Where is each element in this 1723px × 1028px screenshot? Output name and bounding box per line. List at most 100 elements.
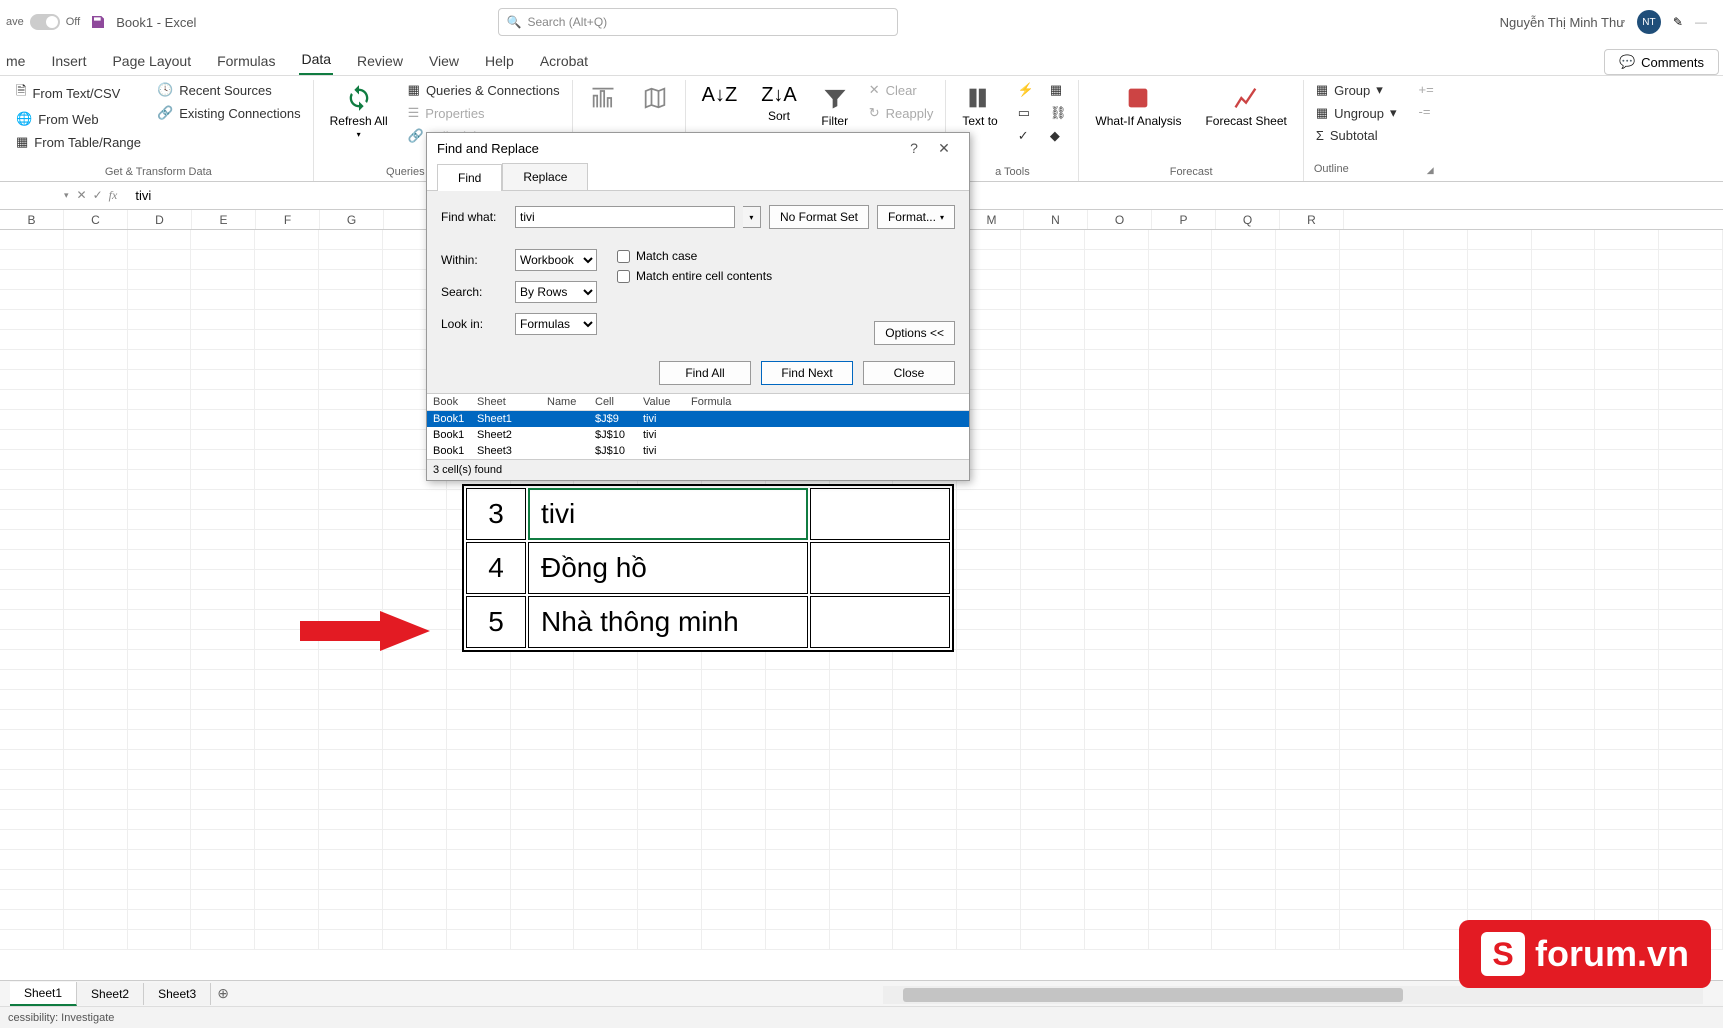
tab-data[interactable]: Data xyxy=(299,45,333,75)
find-next-button[interactable]: Find Next xyxy=(761,361,853,385)
dropdown-icon[interactable]: ▾ xyxy=(64,190,69,201)
queries-connections-button[interactable]: ▦Queries & Connections xyxy=(406,80,562,100)
data-validation-button[interactable]: ✓ xyxy=(1016,126,1036,146)
existing-connections-button[interactable]: 🔗Existing Connections xyxy=(155,103,303,123)
tab-acrobat[interactable]: Acrobat xyxy=(538,47,590,75)
data-model-button[interactable]: ◆ xyxy=(1048,126,1069,146)
match-entire-checkbox[interactable] xyxy=(617,270,630,283)
tab-insert[interactable]: Insert xyxy=(49,47,88,75)
show-detail-button[interactable]: += xyxy=(1417,80,1436,99)
result-row[interactable]: Book1Sheet2$J$10tivi xyxy=(427,427,969,443)
result-row[interactable]: Book1Sheet1$J$9tivi xyxy=(427,411,969,427)
dropdown-icon[interactable]: ▾ xyxy=(743,206,761,228)
table-row[interactable]: 3tivi xyxy=(466,488,950,540)
horizontal-scrollbar[interactable] xyxy=(883,986,1703,1004)
find-what-input[interactable] xyxy=(515,206,735,228)
name-box[interactable] xyxy=(6,186,56,206)
recent-sources-button[interactable]: 🕓Recent Sources xyxy=(155,80,303,100)
add-sheet-button[interactable]: ⊕ xyxy=(211,985,235,1002)
from-web-button[interactable]: 🌐From Web xyxy=(14,109,143,129)
close-icon[interactable]: ✕ xyxy=(929,140,959,157)
tab-page-layout[interactable]: Page Layout xyxy=(110,47,193,75)
remove-duplicates-button[interactable]: ▭ xyxy=(1016,103,1036,123)
comments-button[interactable]: 💬 Comments xyxy=(1604,49,1719,75)
sheet-tab-2[interactable]: Sheet2 xyxy=(77,983,144,1005)
ungroup-button[interactable]: ▦Ungroup ▾ xyxy=(1314,103,1399,123)
from-text-csv-button[interactable]: 🗎From Text/CSV xyxy=(14,80,143,106)
column-header[interactable]: C xyxy=(64,210,128,229)
replace-tab[interactable]: Replace xyxy=(502,163,588,190)
column-header[interactable]: Q xyxy=(1216,210,1280,229)
close-button[interactable]: Close xyxy=(863,361,955,385)
table-row[interactable]: 4Đồng hồ xyxy=(466,542,950,594)
reapply-button[interactable]: ↻Reapply xyxy=(867,103,936,123)
column-header[interactable]: G xyxy=(320,210,384,229)
subtotal-button[interactable]: ΣSubtotal xyxy=(1314,126,1399,145)
text-to-columns-button[interactable]: Text to xyxy=(956,80,1003,132)
tab-home[interactable]: me xyxy=(4,47,27,75)
user-name[interactable]: Nguyễn Thị Minh Thư xyxy=(1500,15,1625,30)
filter-button[interactable]: Filter xyxy=(815,80,855,132)
column-header[interactable]: R xyxy=(1280,210,1344,229)
table-row[interactable]: 5Nhà thông minh xyxy=(466,596,950,648)
search-select[interactable]: By Rows xyxy=(515,281,597,303)
fx-icon[interactable]: fx xyxy=(109,188,118,203)
from-table-button[interactable]: ▦From Table/Range xyxy=(14,132,143,152)
minimize-icon[interactable]: — xyxy=(1695,15,1707,29)
group-button[interactable]: ▦Group ▾ xyxy=(1314,80,1399,100)
flash-fill-button[interactable]: ⚡ xyxy=(1016,80,1036,100)
consolidate-button[interactable]: ▦ xyxy=(1048,80,1069,100)
no-format-button[interactable]: No Format Set xyxy=(769,205,869,229)
save-icon[interactable] xyxy=(90,14,106,30)
column-header[interactable]: E xyxy=(192,210,256,229)
sort-button[interactable]: Z↓ASort xyxy=(755,80,803,127)
match-case-checkbox[interactable] xyxy=(617,250,630,263)
refresh-all-button[interactable]: Refresh All▾ xyxy=(324,80,394,143)
sort-az-button[interactable]: A↓Z xyxy=(696,80,744,111)
geography-button[interactable] xyxy=(635,80,675,116)
pen-icon[interactable]: ✎ xyxy=(1673,15,1683,29)
sheet-tab-1[interactable]: Sheet1 xyxy=(10,982,77,1006)
match-case-label: Match case xyxy=(636,249,697,263)
help-icon[interactable]: ? xyxy=(899,140,929,156)
properties-button[interactable]: ☰Properties xyxy=(406,103,562,123)
column-header[interactable]: D xyxy=(128,210,192,229)
find-tab[interactable]: Find xyxy=(437,164,502,191)
dup-icon: ▭ xyxy=(1018,105,1030,121)
cancel-icon[interactable]: ✕ xyxy=(77,188,87,203)
avatar[interactable]: NT xyxy=(1637,10,1661,34)
tab-view[interactable]: View xyxy=(427,47,461,75)
tab-review[interactable]: Review xyxy=(355,47,405,75)
column-header[interactable]: P xyxy=(1152,210,1216,229)
search-input[interactable]: 🔍 Search (Alt+Q) xyxy=(498,8,898,36)
stocks-button[interactable] xyxy=(583,80,623,116)
forecast-button[interactable]: Forecast Sheet xyxy=(1199,80,1292,132)
results-list: Book Sheet Name Cell Value Formula Book1… xyxy=(427,393,969,459)
enter-icon[interactable]: ✓ xyxy=(93,188,103,203)
options-button[interactable]: Options << xyxy=(874,321,955,345)
column-header[interactable]: O xyxy=(1088,210,1152,229)
format-button[interactable]: Format...▾ xyxy=(877,205,955,229)
autosave-toggle[interactable]: ave Off xyxy=(6,14,80,30)
within-select[interactable]: Workbook xyxy=(515,249,597,271)
sheet-tab-3[interactable]: Sheet3 xyxy=(144,983,211,1005)
table-icon: ▦ xyxy=(16,134,28,150)
whatif-button[interactable]: What-If Analysis xyxy=(1089,80,1187,132)
lookin-select[interactable]: Formulas xyxy=(515,313,597,335)
clear-button[interactable]: ✕Clear xyxy=(867,80,936,100)
tab-help[interactable]: Help xyxy=(483,47,516,75)
properties-icon: ☰ xyxy=(408,105,420,121)
launcher-icon[interactable]: ◢ xyxy=(1425,163,1436,178)
ungroup-icon: ▦ xyxy=(1316,105,1328,121)
tab-formulas[interactable]: Formulas xyxy=(215,47,277,75)
subtotal-icon: Σ xyxy=(1316,128,1324,143)
column-header[interactable]: F xyxy=(256,210,320,229)
accessibility-status[interactable]: cessibility: Investigate xyxy=(8,1012,114,1024)
column-header[interactable]: B xyxy=(0,210,64,229)
refresh-icon xyxy=(345,84,373,112)
column-header[interactable]: N xyxy=(1024,210,1088,229)
hide-detail-button[interactable]: -= xyxy=(1417,102,1436,121)
relationships-button[interactable]: ⛓ xyxy=(1048,103,1069,123)
find-all-button[interactable]: Find All xyxy=(659,361,751,385)
result-row[interactable]: Book1Sheet3$J$10tivi xyxy=(427,443,969,459)
